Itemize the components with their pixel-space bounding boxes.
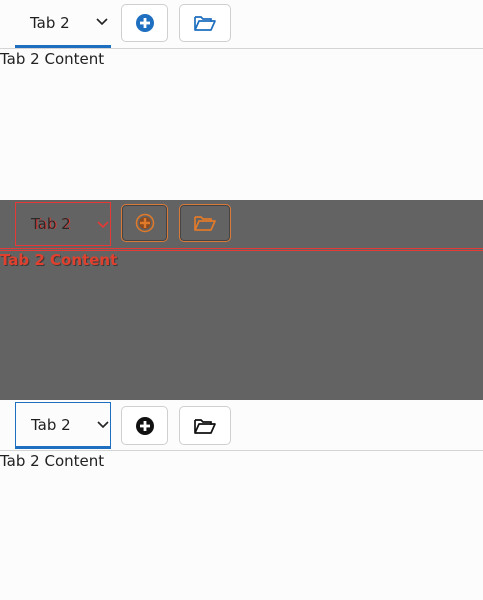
tab-bar: Tab 2 (0, 0, 483, 49)
add-tab-button[interactable] (121, 406, 168, 445)
tab-bar-divider (0, 450, 483, 451)
tab-2[interactable]: Tab 2 (15, 0, 111, 48)
add-tab-button[interactable] (121, 4, 168, 42)
folder-open-icon (194, 216, 216, 231)
open-folder-button[interactable] (179, 4, 231, 42)
tab-label: Tab 2 (31, 215, 71, 233)
tab-2[interactable]: Tab 2 (15, 202, 111, 246)
chevron-down-icon (97, 221, 109, 229)
tab-bar: Tab 2 (0, 200, 483, 251)
tab-content: Tab 2 Content (0, 452, 105, 470)
tab-bar-divider (0, 248, 483, 249)
add-tab-button[interactable] (121, 204, 168, 242)
folder-open-icon (194, 16, 216, 31)
tab-label: Tab 2 (30, 13, 70, 32)
tab-bar: Tab 2 (0, 400, 483, 451)
plus-circle-icon (135, 416, 154, 435)
open-folder-button[interactable] (179, 406, 231, 445)
folder-open-icon (194, 418, 216, 434)
tab-2[interactable]: Tab 2 (15, 402, 111, 449)
tabs-panel-focused: Tab 2 Tab 2 Content (0, 400, 483, 600)
chevron-down-icon (97, 421, 109, 429)
tabs-panel-normal: Tab 2 Tab 2 Content (0, 0, 483, 200)
tab-content: Tab 2 Content (0, 50, 105, 68)
tab-label: Tab 2 (31, 415, 71, 434)
plus-circle-icon (135, 14, 154, 32)
chevron-down-icon (96, 18, 108, 26)
tab-content: Tab 2 Content (0, 251, 118, 269)
tab-bar-divider (0, 48, 483, 49)
plus-circle-icon (135, 213, 154, 233)
tabs-panel-debug-overlay: Tab 2 Tab 2 Content (0, 200, 483, 400)
open-folder-button[interactable] (179, 204, 231, 242)
